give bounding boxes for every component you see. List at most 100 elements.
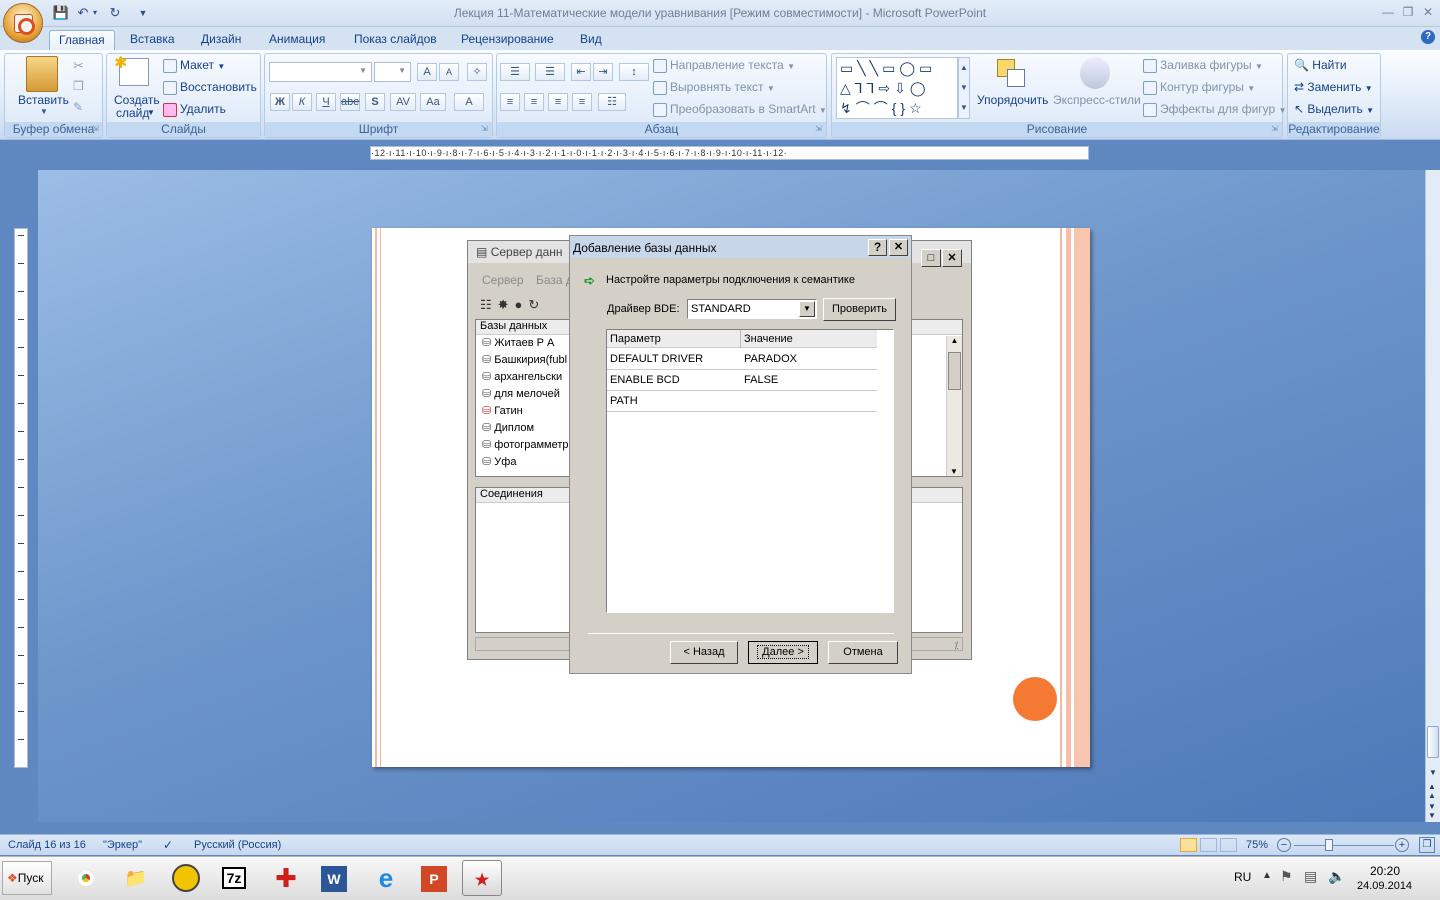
tab-animation[interactable]: Анимация <box>260 30 334 50</box>
char-spacing-button[interactable]: AV <box>390 93 416 111</box>
flag-icon[interactable]: ⚑ <box>1280 868 1293 885</box>
cross-app-icon[interactable]: ✚ <box>266 860 306 896</box>
font-launcher-icon[interactable]: ⇲ <box>481 124 488 133</box>
slideshow-view-icon[interactable] <box>1220 838 1237 852</box>
delete-slide-button[interactable]: Удалить <box>163 102 226 117</box>
input-language[interactable]: RU <box>1234 870 1251 884</box>
driver-dropdown-icon[interactable]: ▼ <box>799 301 815 317</box>
clear-format-icon[interactable]: ✧ <box>467 63 487 81</box>
cut-icon[interactable]: ✂ <box>73 58 84 74</box>
format-painter-icon[interactable]: ✎ <box>73 100 83 114</box>
driver-select[interactable]: STANDARD ▼ <box>687 299 817 319</box>
shapes-gallery[interactable]: ▭╲╲▭◯▭ △⅂⅂⇨⇩◯ ↯⌒⌒{}☆ <box>836 57 958 119</box>
spellcheck-icon[interactable]: ✓ <box>163 835 173 855</box>
shape-outline-button[interactable]: Контур фигуры ▼ <box>1143 80 1255 95</box>
gis-app-icon[interactable]: ★ <box>462 860 502 896</box>
text-direction-button[interactable]: Направление текста ▼ <box>653 58 795 73</box>
new-slide-label-2[interactable]: слайд <box>116 106 149 120</box>
back-button[interactable]: < Назад <box>670 641 738 664</box>
layout-button[interactable]: Макет ▼ <box>163 58 225 73</box>
maximize-icon[interactable]: □ <box>921 249 941 267</box>
paste-dropdown-icon[interactable]: ▼ <box>40 107 48 116</box>
find-button[interactable]: 🔍 Найти <box>1294 58 1347 72</box>
scroll-down-icon[interactable]: ▼ <box>1428 768 1438 777</box>
close-icon[interactable]: ✕ <box>1418 3 1438 21</box>
normal-view-icon[interactable] <box>1180 838 1197 852</box>
resize-grip-icon[interactable]: ⁒ <box>954 641 959 652</box>
restore-icon[interactable]: ❐ <box>1398 3 1418 21</box>
help-button[interactable]: ? <box>868 239 887 256</box>
quick-styles-button[interactable]: Экспресс-стили <box>1053 93 1141 107</box>
arrange-button[interactable]: Упорядочить <box>977 93 1048 107</box>
select-button[interactable]: ↖ Выделить ▼ <box>1294 102 1374 116</box>
close-icon[interactable]: ✕ <box>942 249 962 267</box>
scroll-down-icon[interactable]: ▼ <box>947 467 961 476</box>
tab-review[interactable]: Рецензирование <box>452 30 563 50</box>
tab-insert[interactable]: Вставка <box>121 30 184 50</box>
clock-date[interactable]: 24.09.2014 <box>1357 880 1412 892</box>
justify-icon[interactable]: ≡ <box>572 93 592 111</box>
underline-button[interactable]: Ч <box>316 93 336 111</box>
next-button[interactable]: Далее > <box>748 641 818 664</box>
network-icon[interactable]: ▤ <box>1304 868 1317 885</box>
paragraph-launcher-icon[interactable]: ⇲ <box>815 124 822 133</box>
increase-indent-icon[interactable]: ⇥ <box>593 63 613 81</box>
scroll-thumb[interactable] <box>1427 726 1439 758</box>
tab-design[interactable]: Дизайн <box>192 30 250 50</box>
clipboard-launcher-icon[interactable]: ⇲ <box>92 124 99 133</box>
prev-slide-icon[interactable]: ▲ ▲ <box>1428 782 1438 800</box>
scroll-up-icon[interactable]: ▲ <box>947 336 962 345</box>
word-icon[interactable]: W <box>314 860 354 896</box>
zoom-level[interactable]: 75% <box>1246 835 1268 855</box>
tray-expand-icon[interactable]: ▲ <box>1262 870 1272 881</box>
table-row[interactable]: ENABLE BCD FALSE <box>607 370 877 391</box>
font-color-button[interactable]: A <box>454 93 484 111</box>
cancel-button[interactable]: Отмена <box>828 641 898 664</box>
start-button[interactable]: ❖Пуск <box>2 861 52 895</box>
tab-view[interactable]: Вид <box>571 30 611 50</box>
ie-icon[interactable]: e <box>366 860 406 896</box>
add-database-dialog[interactable]: Добавление базы данных ? ✕ ➪ Настройте п… <box>569 235 912 674</box>
chrome-icon[interactable] <box>66 860 106 896</box>
param-value[interactable]: PARADOX <box>744 353 797 365</box>
office-button[interactable] <box>3 3 43 43</box>
server-toolbar[interactable]: ☷✸●↻ <box>480 297 545 313</box>
databases-scrollbar[interactable]: ▲ ▼ <box>946 336 962 476</box>
zoom-thumb[interactable] <box>1325 839 1333 851</box>
paste-button[interactable]: Вставить <box>18 93 69 107</box>
new-slide-label[interactable]: Создать <box>114 93 160 107</box>
archive-app-icon[interactable] <box>166 860 206 896</box>
align-text-button[interactable]: Выровнять текст ▼ <box>653 80 775 95</box>
shape-fill-button[interactable]: Заливка фигуры ▼ <box>1143 58 1263 73</box>
server-menu-database[interactable]: База д <box>536 273 573 287</box>
tab-home[interactable]: Главная <box>49 30 115 50</box>
shrink-font-button[interactable]: A <box>439 63 459 81</box>
file-manager-icon[interactable]: 📁 <box>116 860 156 896</box>
replace-button[interactable]: ⇄ Заменить ▼ <box>1294 80 1373 94</box>
font-name-input[interactable]: ▼ <box>269 62 372 82</box>
vertical-scrollbar[interactable]: ▼ ▲ ▲ ▼ ▼ <box>1425 170 1440 822</box>
shape-effects-button[interactable]: Эффекты для фигур ▼ <box>1143 102 1286 117</box>
copy-icon[interactable]: ❐ <box>73 79 84 93</box>
numbering-icon[interactable]: ☰ <box>535 63 565 81</box>
quick-styles-icon[interactable] <box>1080 57 1110 89</box>
smartart-button[interactable]: Преобразовать в SmartArt ▼ <box>653 102 827 117</box>
arrange-icon[interactable] <box>995 57 1029 89</box>
zoom-out-icon[interactable]: − <box>1277 838 1291 852</box>
param-value[interactable]: FALSE <box>744 374 778 386</box>
table-row[interactable]: DEFAULT DRIVER PARADOX <box>607 349 877 370</box>
line-spacing-icon[interactable]: ↕ <box>619 63 649 81</box>
reset-button[interactable]: Восстановить <box>163 80 257 95</box>
server-menu-server[interactable]: Сервер <box>482 273 524 287</box>
clock-time[interactable]: 20:20 <box>1370 864 1400 878</box>
shadow-button[interactable]: S <box>365 93 385 111</box>
zoom-slider[interactable] <box>1294 845 1394 846</box>
dialog-close-button[interactable]: ✕ <box>889 239 908 256</box>
table-row[interactable]: PATH <box>607 391 877 412</box>
bullets-icon[interactable]: ☰ <box>500 63 530 81</box>
help-icon[interactable]: ? <box>1421 30 1435 44</box>
language-status[interactable]: Русский (Россия) <box>194 835 281 855</box>
align-center-icon[interactable]: ≡ <box>524 93 544 111</box>
drawing-launcher-icon[interactable]: ⇲ <box>1271 124 1278 133</box>
align-right-icon[interactable]: ≡ <box>548 93 568 111</box>
